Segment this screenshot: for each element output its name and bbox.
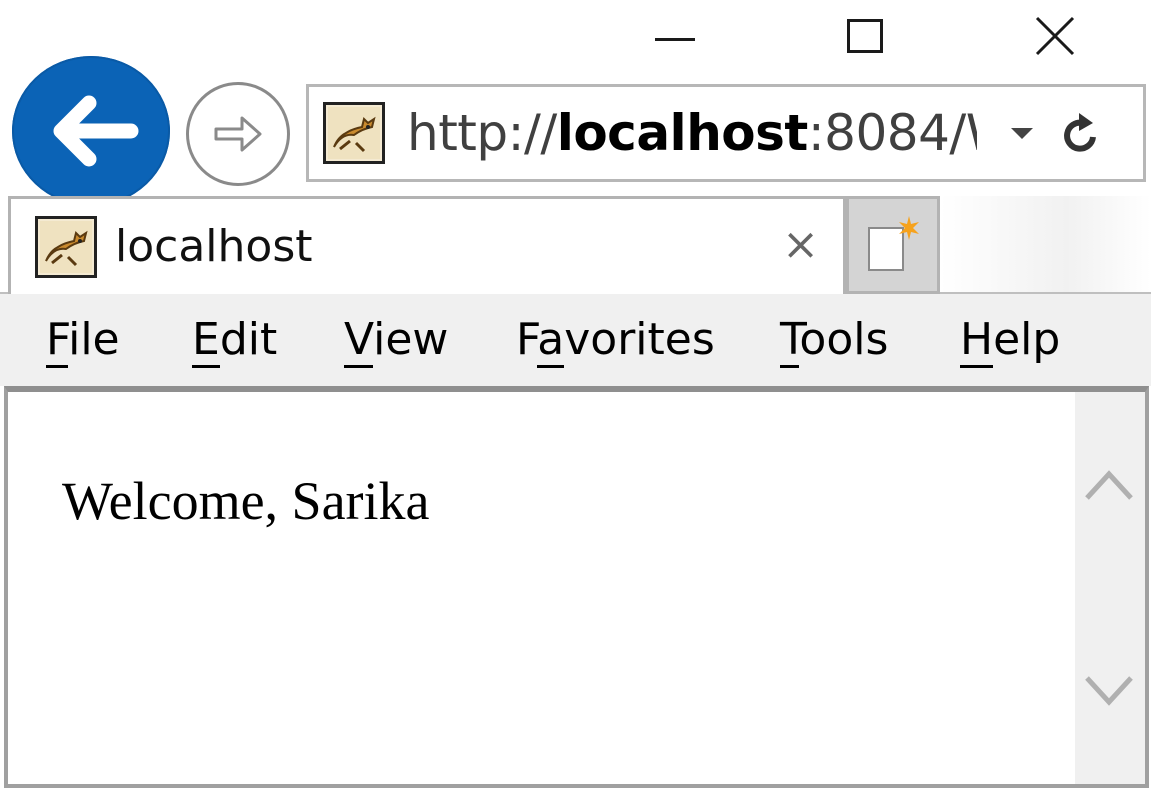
arrow-right-icon bbox=[214, 116, 262, 152]
menu-favorites-pre: F bbox=[516, 314, 538, 365]
url-host: localhost bbox=[556, 104, 809, 162]
close-icon bbox=[1035, 16, 1075, 56]
scroll-down-icon[interactable] bbox=[1083, 672, 1135, 712]
tab-strip-empty bbox=[940, 196, 1151, 292]
menu-edit-accesskey: E bbox=[192, 314, 220, 368]
forward-button[interactable] bbox=[186, 82, 290, 186]
page-content: Welcome, Sarika bbox=[4, 386, 1149, 788]
back-button[interactable] bbox=[12, 56, 170, 206]
menu-help[interactable]: Help bbox=[960, 314, 1061, 368]
menu-edit-rest: dit bbox=[219, 314, 278, 365]
vertical-scrollbar[interactable] bbox=[1075, 392, 1145, 784]
menu-help-accesskey: H bbox=[960, 314, 994, 368]
tab-title: localhost bbox=[115, 221, 313, 272]
menu-view-rest: iew bbox=[373, 314, 449, 365]
menu-favorites-rest: vorites bbox=[564, 314, 715, 365]
close-tab-icon[interactable]: × bbox=[782, 223, 819, 267]
tomcat-icon bbox=[323, 102, 385, 164]
menu-file-rest: ile bbox=[68, 314, 120, 365]
menu-bar: File Edit View Favorites Tools Help bbox=[0, 294, 1151, 386]
tab-localhost[interactable]: localhost × bbox=[8, 196, 846, 294]
menu-view-accesskey: V bbox=[344, 314, 374, 368]
maximize-icon bbox=[847, 19, 883, 53]
url-scheme: http:// bbox=[407, 104, 557, 162]
chevron-down-icon[interactable] bbox=[1011, 127, 1033, 139]
menu-file[interactable]: File bbox=[46, 314, 120, 368]
close-window-button[interactable] bbox=[1020, 8, 1090, 64]
welcome-text: Welcome, Sarika bbox=[62, 471, 430, 531]
menu-tools-rest: ools bbox=[799, 314, 889, 365]
url-text[interactable]: http://localhost:8084/Wel bbox=[407, 104, 977, 162]
menu-help-rest: elp bbox=[993, 314, 1061, 365]
maximize-button[interactable] bbox=[830, 8, 900, 64]
tomcat-icon bbox=[35, 215, 97, 278]
menu-favorites[interactable]: Favorites bbox=[516, 314, 715, 368]
new-tab-icon bbox=[868, 216, 919, 271]
menu-tools-accesskey: T bbox=[780, 314, 800, 368]
menu-edit[interactable]: Edit bbox=[192, 314, 278, 368]
menu-view[interactable]: View bbox=[344, 314, 449, 368]
menu-favorites-accesskey: a bbox=[537, 314, 565, 368]
menu-file-accesskey: F bbox=[46, 314, 69, 368]
minimize-icon bbox=[655, 37, 695, 41]
scroll-up-icon[interactable] bbox=[1083, 464, 1135, 504]
address-bar[interactable]: http://localhost:8084/Wel bbox=[306, 84, 1146, 182]
new-tab-button[interactable] bbox=[846, 196, 940, 294]
url-path: :8084/Wel bbox=[807, 104, 977, 162]
arrow-left-icon bbox=[53, 95, 139, 167]
minimize-button[interactable] bbox=[640, 8, 710, 64]
refresh-icon[interactable] bbox=[1061, 111, 1101, 155]
menu-tools[interactable]: Tools bbox=[780, 314, 889, 368]
